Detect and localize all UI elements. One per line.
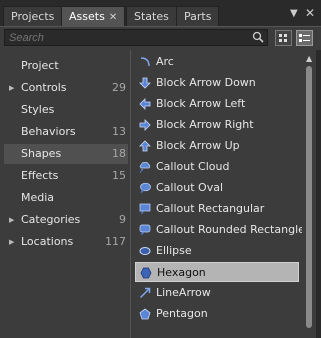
hexagon-icon xyxy=(140,267,152,279)
block-arrow-left-icon xyxy=(139,98,151,110)
tab-label: Assets xyxy=(69,10,105,23)
callout-rounded-rectangle-icon xyxy=(139,224,151,236)
category-label: Project xyxy=(21,59,59,72)
shape-label: Block Arrow Up xyxy=(156,139,240,152)
ellipse-icon xyxy=(139,247,151,255)
shape-item-pentagon[interactable]: Pentagon xyxy=(135,304,299,324)
category-controls[interactable]: ▶ Controls 29 xyxy=(4,78,128,98)
shape-label: Hexagon xyxy=(157,266,206,279)
close-icon[interactable]: ✕ xyxy=(109,12,117,23)
category-label: Locations xyxy=(21,235,74,248)
panel-tab-bar: Projects Assets ✕ States Parts ▼ ✕ xyxy=(0,0,321,27)
category-count: 117 xyxy=(105,235,126,248)
category-label: Media xyxy=(21,191,55,204)
shape-item-block-arrow-left[interactable]: Block Arrow Left xyxy=(135,94,299,114)
shape-label: Pentagon xyxy=(156,307,208,320)
arc-icon xyxy=(140,57,150,67)
block-arrow-down-icon xyxy=(139,77,151,89)
pin-icon[interactable]: ▼ xyxy=(290,8,298,19)
assets-panel: Project ▶ Controls 29 Styles Behaviors 13 S… xyxy=(0,50,321,338)
search-row xyxy=(0,27,321,49)
tab-parts[interactable]: Parts xyxy=(176,6,220,26)
expand-arrow-icon[interactable]: ▶ xyxy=(9,232,14,252)
category-shapes[interactable]: Shapes 18 xyxy=(4,144,128,164)
shape-item-callout-rounded-rectangle[interactable]: Callout Rounded Rectangle xyxy=(135,220,302,240)
line-arrow-icon xyxy=(139,287,151,299)
shape-label: Ellipse xyxy=(156,244,192,257)
category-effects[interactable]: Effects 15 xyxy=(4,166,128,186)
shape-item-block-arrow-right[interactable]: Block Arrow Right xyxy=(135,115,299,135)
scrollbar-thumb[interactable] xyxy=(306,66,312,328)
callout-oval-icon xyxy=(140,182,151,194)
category-count: 15 xyxy=(112,169,126,182)
shape-label: Block Arrow Down xyxy=(156,76,256,89)
callout-rectangular-icon xyxy=(139,203,151,215)
panel-close-icon[interactable]: ✕ xyxy=(305,6,315,20)
category-count: 9 xyxy=(119,213,126,226)
expand-arrow-icon[interactable]: ▶ xyxy=(9,78,14,98)
callout-cloud-icon xyxy=(139,162,151,173)
shape-item-block-arrow-up[interactable]: Block Arrow Up xyxy=(135,136,299,156)
tab-label: States xyxy=(134,10,169,23)
scroll-up-icon[interactable]: ▲ xyxy=(306,54,312,63)
category-label: Shapes xyxy=(21,147,62,160)
shape-item-block-arrow-down[interactable]: Block Arrow Down xyxy=(135,73,299,93)
category-label: Categories xyxy=(21,213,81,226)
panel-edge xyxy=(316,50,321,338)
shape-label: LineArrow xyxy=(156,286,211,299)
category-styles[interactable]: Styles xyxy=(4,100,128,120)
tab-assets[interactable]: Assets ✕ xyxy=(61,6,126,26)
search-input[interactable] xyxy=(4,29,268,46)
expand-arrow-icon[interactable]: ▶ xyxy=(9,210,14,230)
category-media[interactable]: Media xyxy=(4,188,128,208)
shape-item-callout-rectangular[interactable]: Callout Rectangular xyxy=(135,199,299,219)
search-icon[interactable] xyxy=(252,31,264,46)
shape-label: Callout Rectangular xyxy=(156,202,265,215)
category-label: Behaviors xyxy=(21,125,76,138)
vertical-scrollbar[interactable]: ▲ xyxy=(303,50,315,338)
shape-item-callout-cloud[interactable]: Callout Cloud xyxy=(135,157,299,177)
pentagon-icon xyxy=(139,308,151,320)
category-locations[interactable]: ▶ Locations 117 xyxy=(4,232,128,252)
tab-projects[interactable]: Projects xyxy=(3,6,63,26)
category-label: Effects xyxy=(21,169,59,182)
tab-states[interactable]: States xyxy=(126,6,177,26)
category-count: 18 xyxy=(112,147,126,160)
shape-label: Callout Rounded Rectangle xyxy=(156,223,302,236)
tab-label: Parts xyxy=(184,10,212,23)
list-view-icon[interactable] xyxy=(296,30,313,46)
block-arrow-right-icon xyxy=(139,119,151,131)
category-behaviors[interactable]: Behaviors 13 xyxy=(4,122,128,142)
category-count: 29 xyxy=(112,81,126,94)
shape-label: Callout Oval xyxy=(156,181,224,194)
shape-item-ellipse[interactable]: Ellipse xyxy=(135,241,299,261)
shape-item-callout-oval[interactable]: Callout Oval xyxy=(135,178,299,198)
shape-label: Arc xyxy=(156,55,174,68)
category-count: 13 xyxy=(112,125,126,138)
column-divider[interactable] xyxy=(130,50,131,338)
category-label: Styles xyxy=(21,103,55,116)
shape-label: Callout Cloud xyxy=(156,160,230,173)
tab-label: Projects xyxy=(11,10,55,23)
shape-label: Block Arrow Right xyxy=(156,118,254,131)
shape-label: Block Arrow Left xyxy=(156,97,246,110)
grid-view-icon[interactable] xyxy=(275,30,292,46)
shape-item-hexagon[interactable]: Hexagon xyxy=(135,262,299,282)
category-project[interactable]: Project xyxy=(4,56,128,76)
category-categories[interactable]: ▶ Categories 9 xyxy=(4,210,128,230)
shape-item-arc[interactable]: Arc xyxy=(135,52,299,72)
shape-item-line-arrow[interactable]: LineArrow xyxy=(135,283,299,303)
shape-list: Arc Block Arrow Down Block Arrow Left Bl… xyxy=(132,50,302,338)
block-arrow-up-icon xyxy=(139,140,151,152)
category-label: Controls xyxy=(21,81,67,94)
